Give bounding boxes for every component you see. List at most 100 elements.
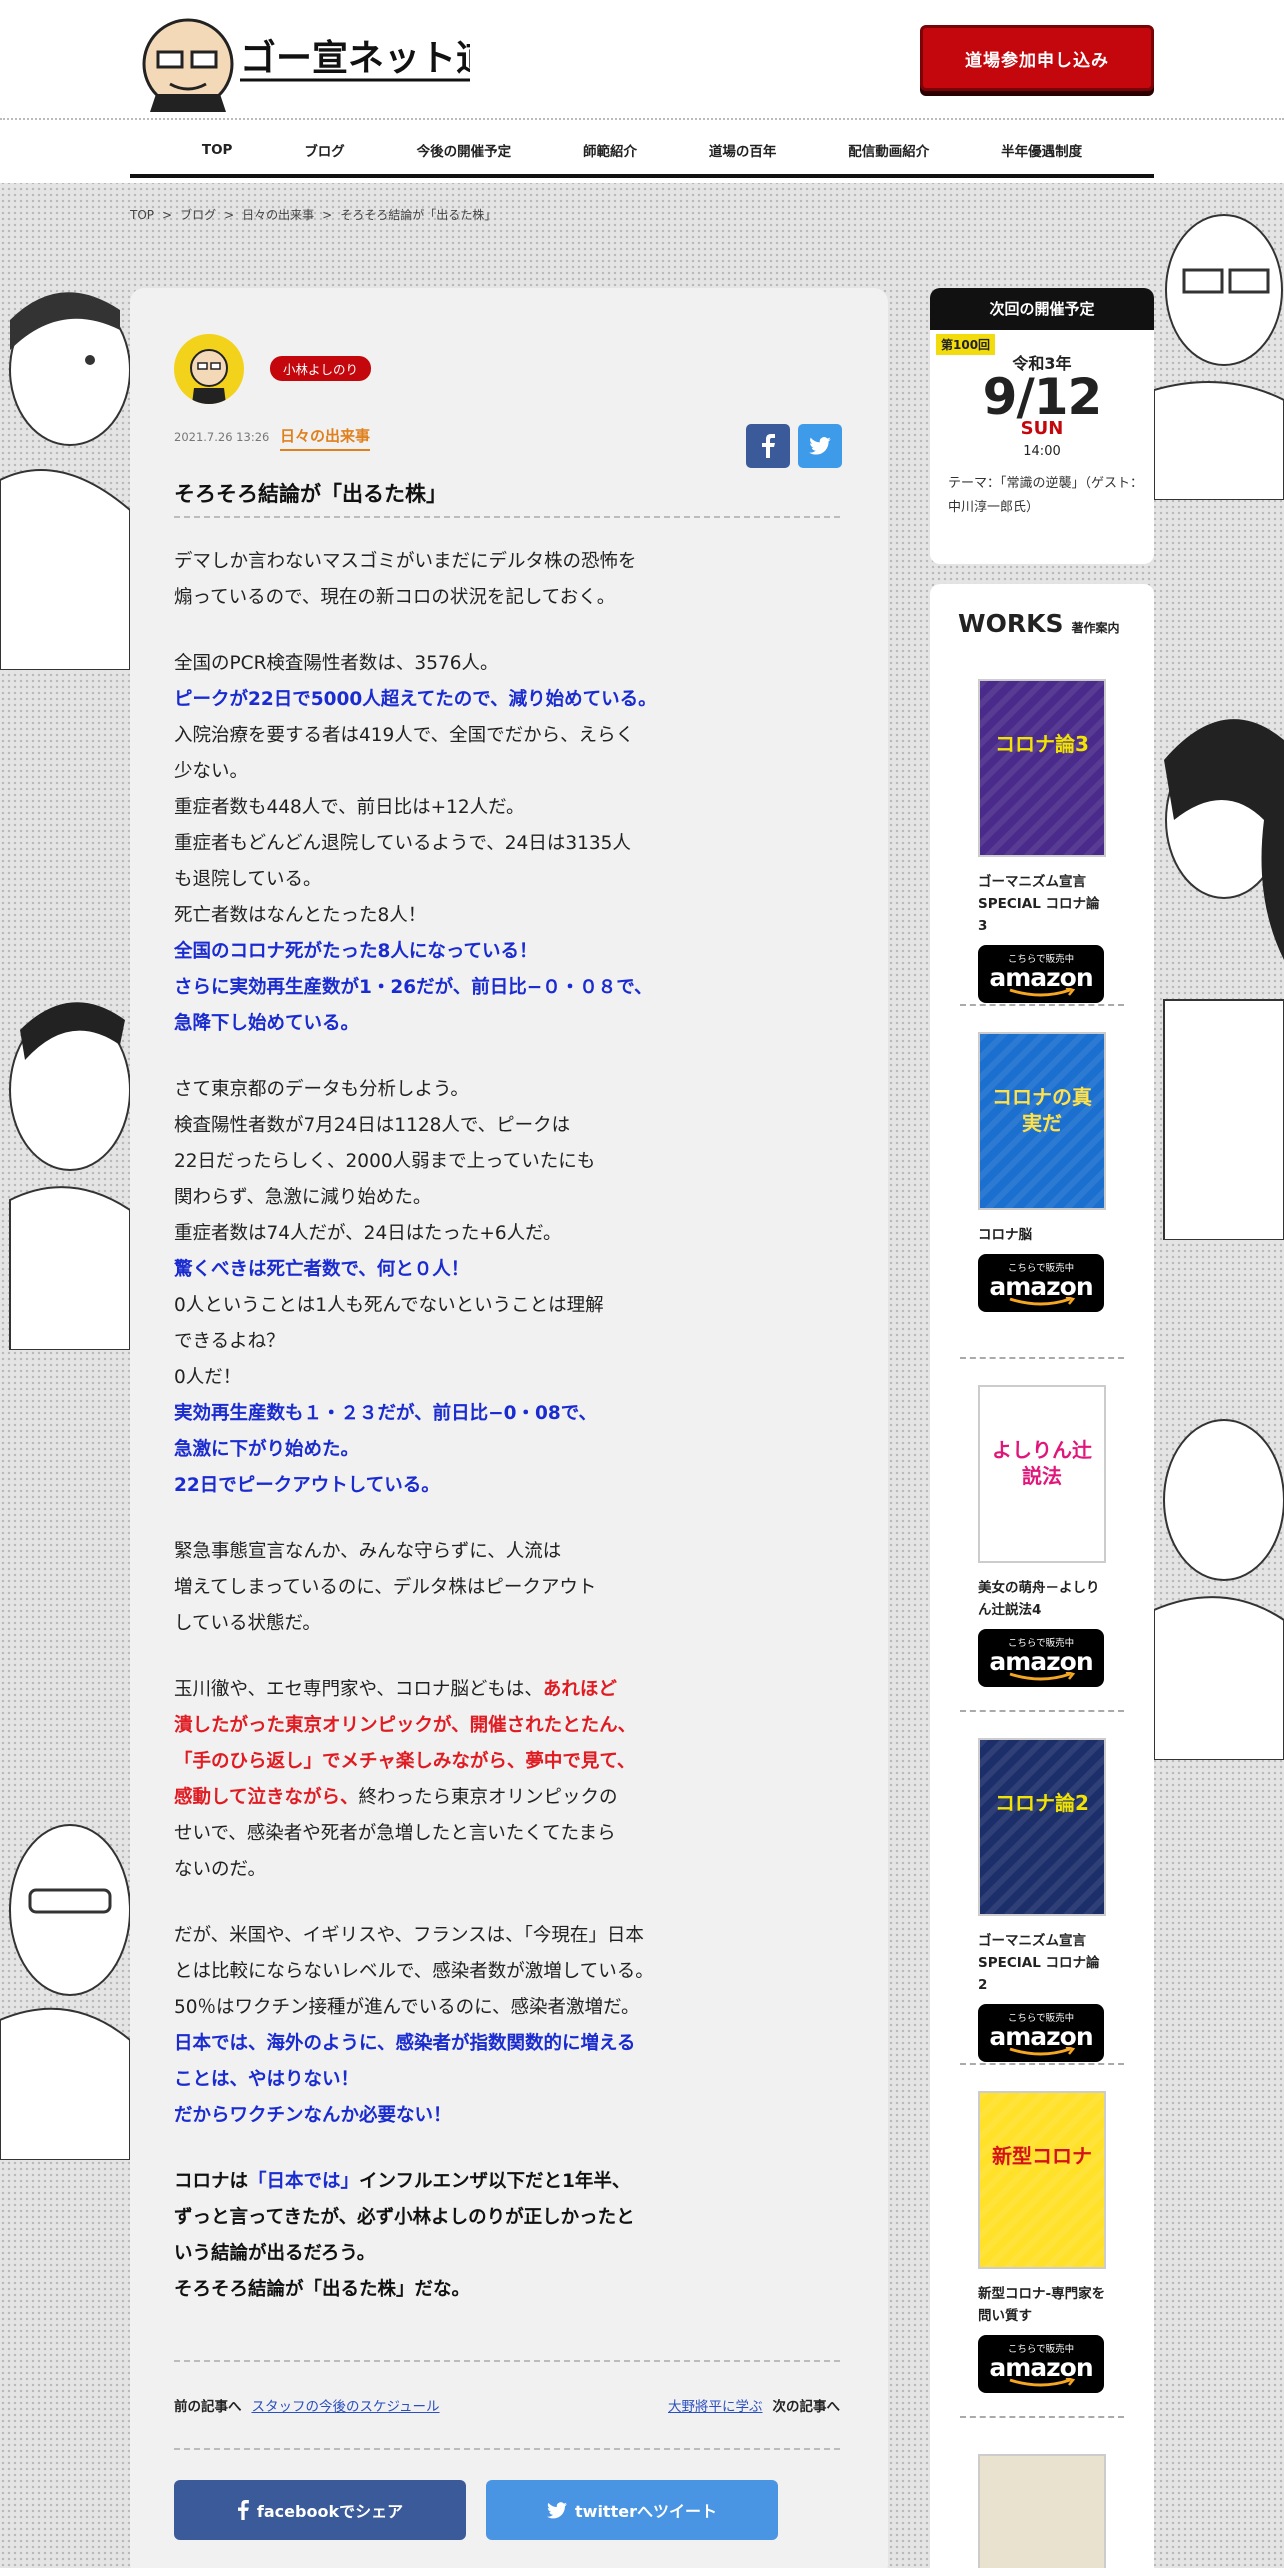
next-event-card[interactable]: 次回の開催予定 第100回 令和3年 9/12 SUN 14:00 テーマ：「常… xyxy=(930,288,1154,564)
text-segment: だが、米国や、イギリスや、フランスは、「今現在」日本 xyxy=(174,1925,644,1946)
next-post-link[interactable]: 大野將平に学ぶ xyxy=(668,2399,763,2415)
book-title[interactable]: ゴーマニズム宣言SPECIAL コロナ論3 xyxy=(978,871,1106,937)
text-line: 「手のひら返し」でメチャ楽しみながら、夢中で見て、 xyxy=(174,1744,854,1780)
twitter-share-label: twitterへツイート xyxy=(575,2502,717,2521)
text-segment: 煽っているので、現在の新コロの状況を記しておく。 xyxy=(174,587,616,608)
text-segment: インフルエンザ以下だと1年半、 xyxy=(359,2171,631,2192)
nav-item-6[interactable]: 半年優遇制度 xyxy=(1001,140,1082,160)
amazon-smile-icon xyxy=(1009,2377,1076,2386)
book-title[interactable]: ゴーマニズム宣言SPECIAL コロナ論2 xyxy=(978,1930,1106,1996)
twitter-share-icon-button[interactable] xyxy=(798,424,842,468)
facebook-share-icon-button[interactable] xyxy=(746,424,790,468)
text-segment: 関わらず、急激に減り始めた。 xyxy=(174,1187,432,1208)
emphasis-blue: 急降下し始めている。 xyxy=(174,1013,360,1034)
text-line: そろそろ結論が「出るた株」だな。 xyxy=(174,2272,854,2308)
next-post-label: 次の記事へ xyxy=(772,2399,841,2415)
breadcrumb-item[interactable]: ブログ xyxy=(180,208,216,222)
book-title[interactable]: 美女の萌舟－よしりん辻説法4 xyxy=(978,1577,1106,1621)
breadcrumb-separator: > xyxy=(224,208,235,222)
works-title: WORKS xyxy=(958,609,1064,638)
book-title[interactable]: コロナ脳 xyxy=(978,1224,1106,1246)
emphasis-blue: だからワクチンなんか必要ない！ xyxy=(174,2105,452,2126)
text-line: コロナは「日本では」インフルエンザ以下だと1年半、 xyxy=(174,2164,854,2200)
emphasis-red: 「手のひら返し」でメチャ楽しみながら、夢中で見て、 xyxy=(174,1751,636,1772)
nav-item-1[interactable]: ブログ xyxy=(304,140,345,160)
nav-item-5[interactable]: 配信動画紹介 xyxy=(848,140,929,160)
text-segment: 増えてしまっているのに、デルタ株はピークアウト xyxy=(174,1577,597,1598)
text-segment: 少ない。 xyxy=(174,761,249,782)
amazon-button[interactable]: こちらで販売中 amazon xyxy=(978,1629,1104,1687)
breadcrumb-item[interactable]: 日々の出来事 xyxy=(242,208,314,222)
text-segment: 入院治療を要する者は419人で、全国でだから、えらく xyxy=(174,725,635,746)
text-line: 日本では、海外のように、感染者が指数関数的に増える xyxy=(174,2026,854,2062)
amazon-button[interactable]: こちらで販売中 amazon xyxy=(978,945,1104,1003)
header-divider xyxy=(0,118,1284,120)
text-segment: 死亡者数はなんとたった8人！ xyxy=(174,905,427,926)
caricature-illustration-left-bottom xyxy=(0,1824,130,2160)
nav-item-4[interactable]: 道場の百年 xyxy=(709,140,777,160)
text-line: 急降下し始めている。 xyxy=(174,1006,854,1042)
paragraph: さて東京都のデータも分析しよう。 検査陽性者数が7月24日は1128人で、ピークは… xyxy=(174,1072,854,1504)
nav-item-0[interactable]: TOP xyxy=(202,142,233,158)
text-segment: ずっと言ってきたが、必ず小林よしのりが正しかったと xyxy=(174,2207,635,2228)
breadcrumb: TOP > ブログ > 日々の出来事 > そろそろ結論が「出るた株」 xyxy=(130,206,504,223)
event-theme: テーマ：「常識の逆襲」（ゲスト：中川淳一郎氏） xyxy=(948,476,1144,515)
book-cover[interactable]: コロナの真実だ xyxy=(978,1032,1106,1210)
nav-item-2[interactable]: 今後の開催予定 xyxy=(417,140,512,160)
apply-button[interactable]: 道場参加申し込み xyxy=(920,25,1154,91)
prev-post-link[interactable]: スタッフの今後のスケジュール xyxy=(252,2399,440,2415)
text-segment: できるよね？ xyxy=(174,1331,285,1352)
post-category[interactable]: 日々の出来事 xyxy=(280,425,371,451)
works-heading: WORKS 著作案内 xyxy=(958,609,1119,638)
text-segment: 50％はワクチン接種が進んでいるのに、感染者激増だ。 xyxy=(174,1997,640,2018)
book-title[interactable]: 新型コロナ-専門家を問い質す xyxy=(978,2283,1106,2327)
text-line: 全国のPCR検査陽性者数は、3576人。 xyxy=(174,646,854,682)
text-line: 22日だったらしく、2000人弱まで上っていたにも xyxy=(174,1144,854,1180)
text-line: 玉川徹や、エセ専門家や、コロナ脳どもは、あれほど xyxy=(174,1672,854,1708)
paragraph: コロナは「日本では」インフルエンザ以下だと1年半、ずっと言ってきたが、必ず小林よ… xyxy=(174,2164,854,2308)
text-line: 死亡者数はなんとたった8人！ xyxy=(174,898,854,934)
amazon-button[interactable]: こちらで販売中 amazon xyxy=(978,1254,1104,1312)
book-item: コロナ論2 ゴーマニズム宣言SPECIAL コロナ論2 こちらで販売中 amaz… xyxy=(978,1738,1106,2062)
author-avatar[interactable] xyxy=(174,334,244,404)
site-logo[interactable]: ゴー宣ネット道場 xyxy=(130,2,470,120)
caricature-illustration-left-middle xyxy=(9,1002,130,1350)
text-line: 22日でピークアウトしている。 xyxy=(174,1468,854,1504)
text-line: ずっと言ってきたが、必ず小林よしのりが正しかったと xyxy=(174,2200,854,2236)
breadcrumb-item[interactable]: TOP xyxy=(130,208,154,222)
book-item: コロナの真実だ コロナ脳 こちらで販売中 amazon xyxy=(978,1032,1106,1312)
emphasis-red: 潰したがった東京オリンピックが、開催されたとたん、 xyxy=(174,1715,637,1736)
prev-post: 前の記事へ スタッフの今後のスケジュール xyxy=(174,2395,450,2415)
text-line: ピークが22日で5000人超えてたので、減り始めている。 xyxy=(174,682,854,718)
book-cover[interactable]: よしりん辻説法 xyxy=(978,1385,1106,1563)
text-line: 感動して泣きながら、終わったら東京オリンピックの xyxy=(174,1780,854,1816)
twitter-share-button[interactable]: twitterへツイート xyxy=(486,2480,778,2540)
text-line: 0人だ！ xyxy=(174,1360,854,1396)
author-name-badge[interactable]: 小林よしのり xyxy=(270,356,372,381)
works-divider xyxy=(960,1357,1124,1359)
facebook-share-button[interactable]: facebookでシェア xyxy=(174,2480,466,2540)
amazon-button[interactable]: こちらで販売中 amazon xyxy=(978,2004,1104,2062)
book-cover[interactable]: コロナ論3 xyxy=(978,679,1106,857)
book-cover[interactable]: 新型コロナ xyxy=(978,2091,1106,2269)
book-cover[interactable]: コロナ論2 xyxy=(978,1738,1106,1916)
text-segment: 検査陽性者数が7月24日は1128人で、ピークは xyxy=(174,1115,571,1136)
text-segment: 重症者数は74人だが、24日はたった+6人だ。 xyxy=(174,1223,562,1244)
facebook-share-label: facebookでシェア xyxy=(256,2502,404,2521)
text-segment: している状態だ。 xyxy=(174,1613,321,1634)
breadcrumb-separator: > xyxy=(162,208,173,222)
site-header: ゴー宣ネット道場 道場参加申し込み TOP ブログ 今後の開催予定 師範紹介 道場の百年… xyxy=(0,0,1284,183)
paragraph: 玉川徹や、エセ専門家や、コロナ脳どもは、あれほど潰したがった東京オリンピックが、… xyxy=(174,1672,854,1888)
book-cover[interactable] xyxy=(978,2454,1106,2568)
text-line: だが、米国や、イギリスや、フランスは、「今現在」日本 xyxy=(174,1918,854,1954)
text-segment: も退院している。 xyxy=(174,869,322,890)
amazon-smile-icon xyxy=(1009,1671,1076,1680)
prev-post-label: 前の記事へ xyxy=(174,2399,242,2415)
amazon-button[interactable]: こちらで販売中 amazon xyxy=(978,2335,1104,2393)
post-body: デマしか言わないマスゴミがいまだにデルタ株の恐怖を 煽っているので、現在の新コロの… xyxy=(174,544,854,2308)
emphasis-blue: 全国のコロナ死がたった8人になっている！ xyxy=(174,941,538,962)
works-divider xyxy=(960,1004,1124,1006)
text-line: 0人ということは1人も死んでないということは理解 xyxy=(174,1288,854,1324)
text-segment: とは比較にならないレベルで、感染者数が激増している。 xyxy=(174,1961,654,1982)
nav-item-3[interactable]: 師範紹介 xyxy=(583,140,637,160)
